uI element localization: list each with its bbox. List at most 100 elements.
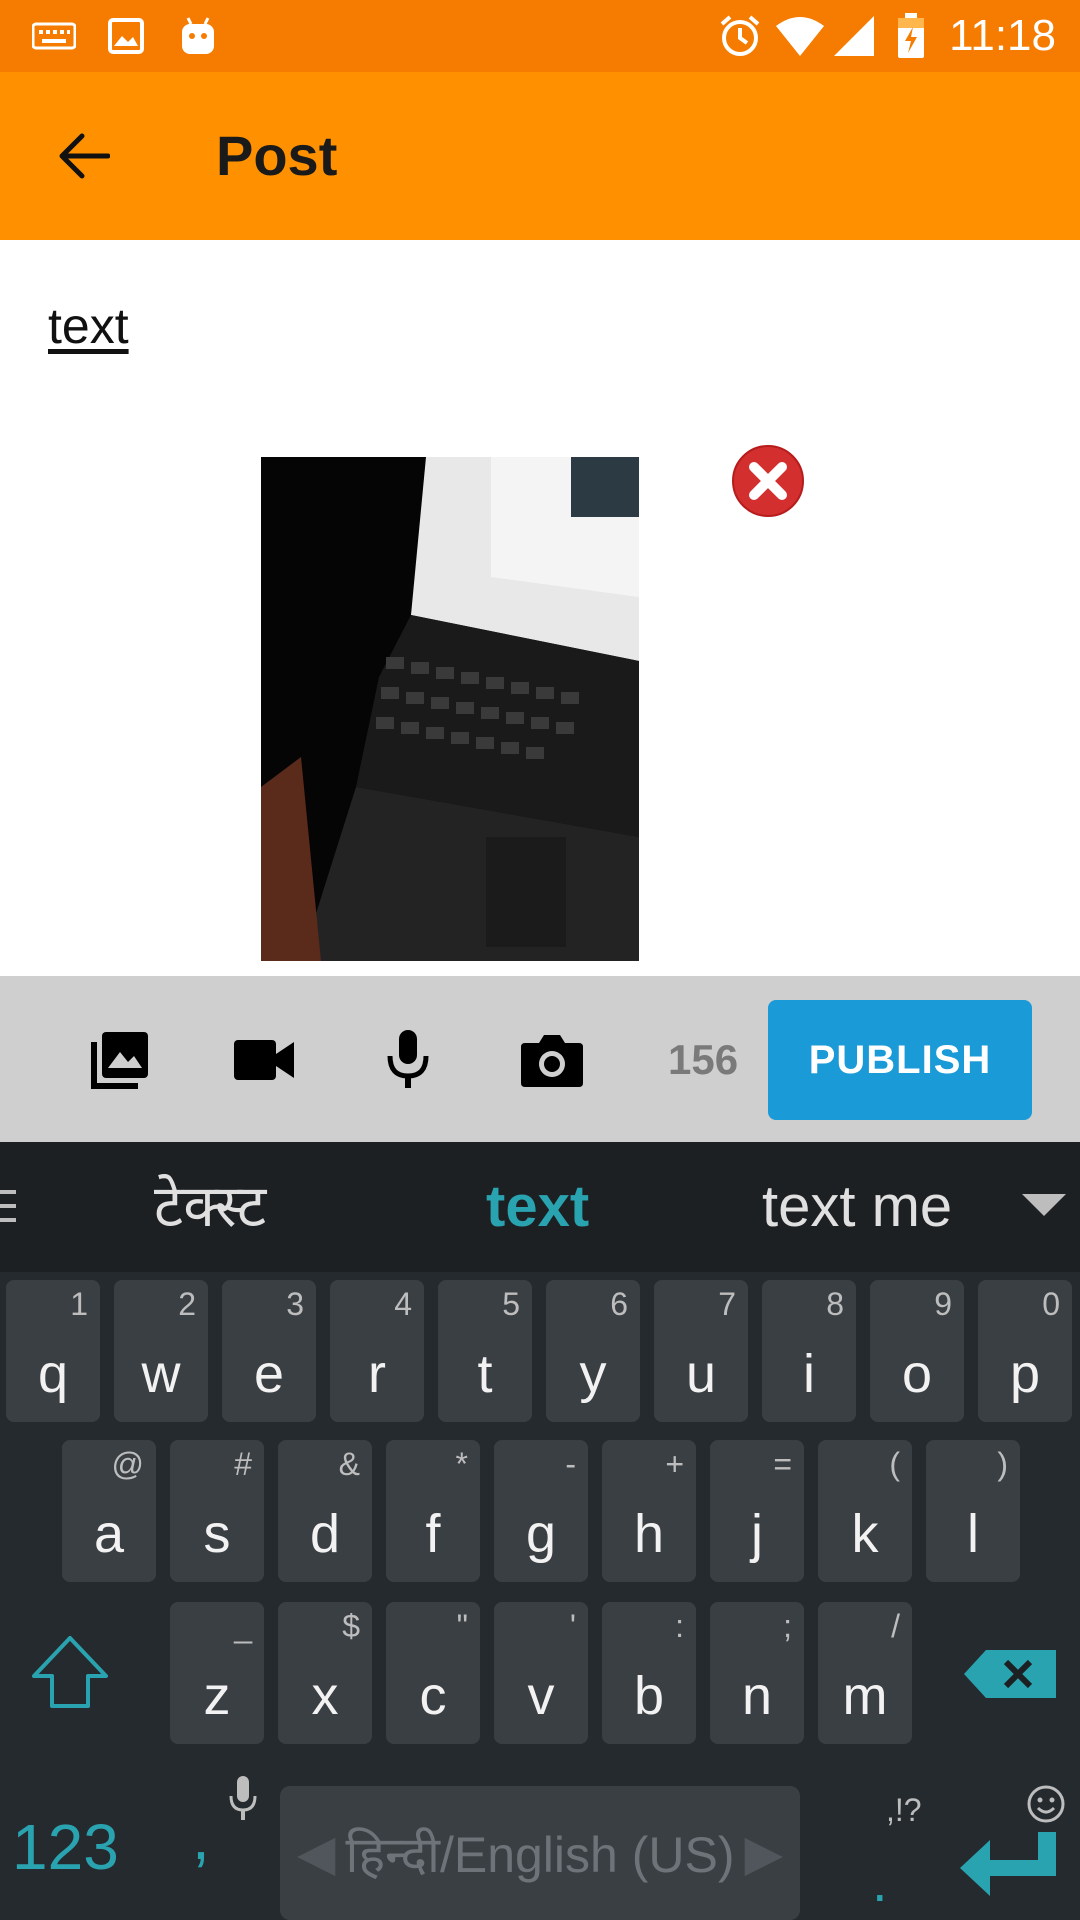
keyboard-icon [30, 14, 78, 58]
status-time: 11:18 [949, 11, 1056, 60]
enter-key[interactable] [958, 1828, 1062, 1900]
key-k[interactable]: (k [818, 1440, 912, 1582]
key-hint: ( [889, 1446, 900, 1482]
post-text-input[interactable]: text [48, 296, 129, 356]
key-label: u [685, 1344, 717, 1404]
suggestion-1[interactable]: टेक्स्ट [154, 1172, 266, 1242]
key-label: j [751, 1504, 763, 1564]
space-key[interactable]: ◀ हिन्दी/English (US) ▶ [280, 1786, 800, 1920]
keyboard-bottom-row: 123 , ◀ हिन्दी/English (US) ▶ ,!? . [0, 1762, 1080, 1920]
signal-icon [834, 14, 874, 58]
post-content: text [0, 240, 1080, 976]
key-label: b [633, 1666, 665, 1726]
key-label: d [309, 1504, 341, 1564]
key-hint: ' [569, 1608, 576, 1644]
menu-icon[interactable] [0, 1188, 16, 1224]
suggestion-bar: टेक्स्ट text text me [0, 1142, 1080, 1272]
shift-key[interactable] [28, 1630, 112, 1714]
comma-key[interactable]: , [192, 1802, 210, 1872]
key-h[interactable]: + h [602, 1440, 696, 1582]
key-hint: - [565, 1446, 576, 1482]
key-label: g [525, 1504, 557, 1564]
back-button[interactable] [44, 116, 124, 196]
video-camera-icon[interactable] [228, 1024, 300, 1096]
camera-icon[interactable] [516, 1024, 588, 1096]
key-hint: 4 [394, 1286, 412, 1322]
publish-button[interactable]: PUBLISH [768, 1000, 1032, 1120]
key-p[interactable]: 0p [978, 1280, 1072, 1422]
key-b[interactable]: :b [602, 1602, 696, 1744]
key-z[interactable]: _ z [170, 1602, 264, 1744]
key-label: k [851, 1504, 879, 1564]
attached-photo [261, 457, 639, 961]
character-count: 156 [668, 1036, 739, 1083]
key-m[interactable]: / m [818, 1602, 912, 1744]
key-label: p [1009, 1344, 1041, 1404]
key-hint: 2 [178, 1286, 196, 1322]
key-n[interactable]: ; n [710, 1602, 804, 1744]
key-hint: 3 [286, 1286, 304, 1322]
key-hint: = [773, 1446, 792, 1482]
shift-icon [32, 1636, 108, 1708]
period-hint: ,!? [886, 1792, 922, 1828]
key-v[interactable]: ' v [494, 1602, 588, 1744]
key-label: x [311, 1666, 339, 1726]
key-x[interactable]: $ x [278, 1602, 372, 1744]
numbers-key[interactable]: 123 [12, 1812, 119, 1882]
key-f[interactable]: * f [386, 1440, 480, 1582]
backspace-icon [964, 1650, 1056, 1698]
status-bar: 11:18 [0, 0, 1080, 72]
key-g[interactable]: -g [494, 1440, 588, 1582]
remove-image-button[interactable] [732, 445, 804, 517]
key-l[interactable]: ) l [926, 1440, 1020, 1582]
key-u[interactable]: 7u [654, 1280, 748, 1422]
key-w[interactable]: 2w [114, 1280, 208, 1422]
key-hint: 1 [70, 1286, 88, 1322]
app-bar: Post [0, 72, 1080, 240]
alarm-icon [718, 14, 762, 58]
key-t[interactable]: 5t [438, 1280, 532, 1422]
microphone-icon[interactable] [372, 1024, 444, 1096]
key-hint: + [665, 1446, 684, 1482]
key-y[interactable]: 6y [546, 1280, 640, 1422]
emoji-icon [1026, 1784, 1066, 1824]
key-s[interactable]: # s [170, 1440, 264, 1582]
key-e[interactable]: 3e [222, 1280, 316, 1422]
key-hint: : [675, 1608, 684, 1644]
key-hint: / [891, 1608, 900, 1644]
key-r[interactable]: 4r [330, 1280, 424, 1422]
key-label: m [842, 1666, 888, 1726]
key-i[interactable]: 8i [762, 1280, 856, 1422]
suggestion-3[interactable]: text me [762, 1172, 952, 1242]
close-icon [732, 445, 804, 517]
key-hint: ) [997, 1446, 1008, 1482]
key-a[interactable]: @ a [62, 1440, 156, 1582]
key-label: o [901, 1344, 933, 1404]
key-label: n [741, 1666, 773, 1726]
key-label: e [253, 1344, 285, 1404]
key-label: h [633, 1504, 665, 1564]
key-hint: @ [111, 1446, 144, 1482]
expand-suggestions-icon[interactable] [1022, 1194, 1066, 1216]
key-hint: _ [234, 1608, 252, 1644]
key-label: c [419, 1666, 447, 1726]
key-label: r [368, 1344, 386, 1404]
key-d[interactable]: & d [278, 1440, 372, 1582]
key-o[interactable]: 9o [870, 1280, 964, 1422]
space-language-label: हिन्दी/English (US) [345, 1827, 735, 1883]
key-q[interactable]: 1q [6, 1280, 100, 1422]
suggestion-2[interactable]: text [486, 1172, 589, 1242]
backspace-key[interactable] [962, 1646, 1058, 1702]
key-label: y [579, 1344, 607, 1404]
period-key[interactable]: . [872, 1854, 888, 1910]
key-c[interactable]: " c [386, 1602, 480, 1744]
soft-keyboard: टेक्स्ट text text me 1q2w3e4r5t6y7u8i9o0… [0, 1142, 1080, 1920]
key-hint: 5 [502, 1286, 520, 1322]
gallery-icon[interactable] [84, 1024, 156, 1096]
wifi-icon [774, 14, 826, 58]
key-hint: & [338, 1446, 360, 1482]
key-label: v [527, 1666, 555, 1726]
key-j[interactable]: = j [710, 1440, 804, 1582]
key-hint: 8 [826, 1286, 844, 1322]
android-icon [178, 14, 218, 58]
